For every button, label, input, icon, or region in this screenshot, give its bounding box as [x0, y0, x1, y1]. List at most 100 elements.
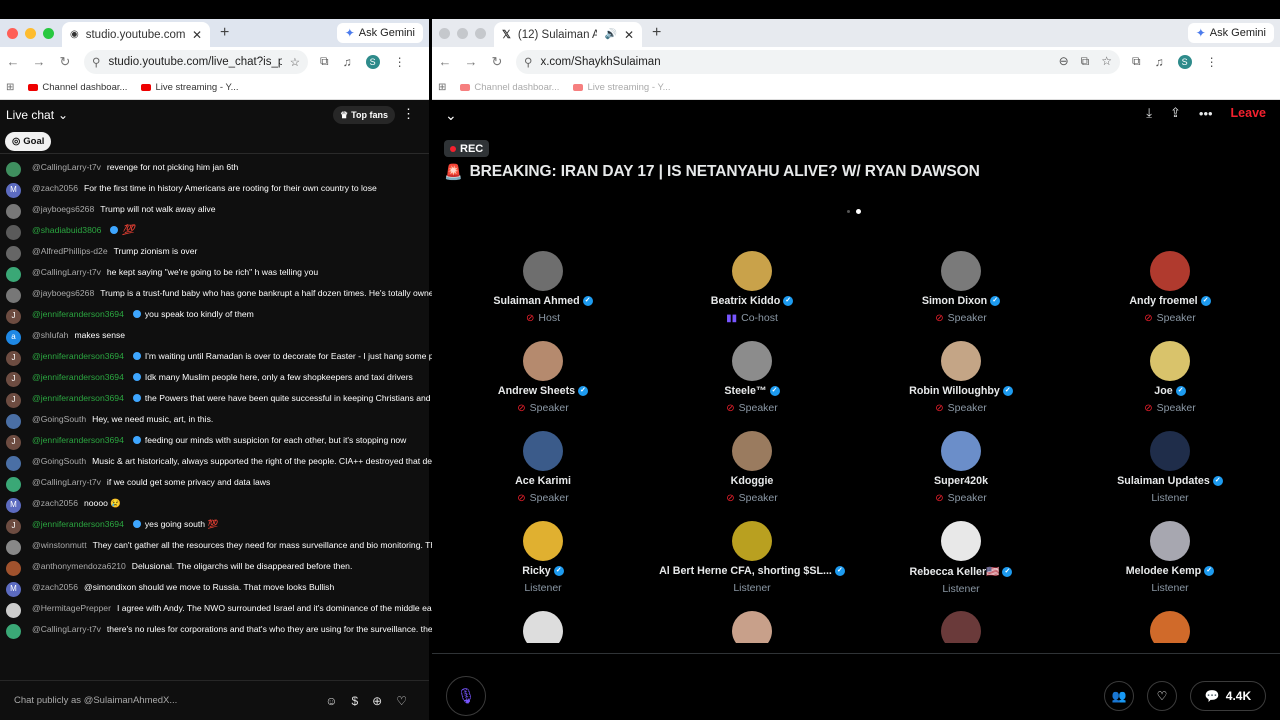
participant-avatar[interactable] — [732, 431, 772, 471]
bookmark-star-icon[interactable]: ☆ — [290, 55, 300, 69]
chat-input[interactable]: Chat publicly as @SulaimanAhmedX... — [14, 695, 325, 706]
media-icon[interactable]: ♫ — [343, 55, 352, 69]
message-author[interactable]: @CallingLarry-t7v — [32, 162, 101, 172]
forward-icon[interactable]: → — [464, 54, 478, 69]
avatar[interactable] — [6, 204, 21, 219]
minimize-window-button[interactable] — [25, 27, 36, 39]
media-icon[interactable]: ♫ — [1155, 55, 1164, 69]
participant[interactable] — [647, 611, 857, 643]
avatar[interactable]: M — [6, 498, 21, 513]
minimize-window-button[interactable] — [457, 27, 468, 39]
participant-avatar[interactable] — [941, 521, 981, 561]
react-button[interactable]: ♡ — [1147, 681, 1177, 711]
back-icon[interactable]: ← — [438, 54, 452, 69]
participant-avatar[interactable] — [523, 251, 563, 291]
participant-avatar[interactable] — [732, 341, 772, 381]
tab-search-icon[interactable]: ⧉ — [320, 54, 329, 69]
avatar[interactable]: J — [6, 372, 21, 387]
close-tab-icon[interactable]: ✕ — [624, 28, 634, 42]
participant[interactable]: Ace Karimi ⊘ Speaker — [438, 431, 648, 504]
participant-avatar[interactable] — [523, 521, 563, 561]
profile-avatar[interactable]: S — [365, 54, 380, 69]
avatar[interactable] — [6, 267, 21, 282]
message-author[interactable]: @HermitagePrepper — [32, 603, 111, 613]
chat-menu-icon[interactable]: ⋮ — [402, 106, 415, 122]
message-author[interactable]: @jenniferanderson3694 — [32, 435, 124, 445]
top-fans-button[interactable]: ♛ Top fans — [333, 106, 395, 124]
close-window-button[interactable] — [439, 27, 450, 39]
avatar[interactable] — [6, 561, 21, 576]
participant[interactable]: Andrew Sheets ✓ ⊘ Speaker — [438, 341, 648, 414]
message-author[interactable]: @jenniferanderson3694 — [32, 309, 124, 319]
avatar[interactable]: M — [6, 183, 21, 198]
reload-icon[interactable]: ↻ — [490, 54, 504, 70]
participant[interactable]: Al Bert Herne CFA, shorting $SL... ✓ Liste… — [647, 521, 857, 594]
participant-avatar[interactable] — [941, 341, 981, 381]
message-author[interactable]: @AlfredPhillips-d2e — [32, 246, 108, 256]
participant-avatar[interactable] — [1150, 521, 1190, 561]
zoom-icon[interactable]: ⊖ — [1059, 54, 1069, 69]
ask-gemini-button[interactable]: ✦ Ask Gemini — [336, 23, 423, 43]
cast-icon[interactable]: ⧉ — [1081, 54, 1090, 69]
participant[interactable]: Super420k ⊘ Speaker — [856, 431, 1066, 504]
new-tab-button[interactable]: + — [652, 24, 661, 42]
share-icon[interactable]: ⇪ — [1170, 105, 1181, 121]
address-bar[interactable]: ⚲ x.com/ShaykhSulaiman ⊖ ⧉ ☆ — [516, 49, 1120, 74]
ask-gemini-button[interactable]: ✦ Ask Gemini — [1187, 23, 1274, 43]
message-author[interactable]: @jayboegs6268 — [32, 288, 94, 298]
back-icon[interactable]: ← — [6, 54, 20, 69]
message-author[interactable]: @jenniferanderson3694 — [32, 351, 124, 361]
message-author[interactable]: @jenniferanderson3694 — [32, 393, 124, 403]
speaker-icon[interactable]: 🔊 — [604, 29, 616, 40]
participant[interactable]: Steele™ ✓ ⊘ Speaker — [647, 341, 857, 414]
participant-avatar[interactable] — [523, 341, 563, 381]
avatar[interactable] — [6, 603, 21, 618]
message-author[interactable]: @zach2056 — [32, 498, 78, 508]
participant[interactable] — [438, 611, 648, 643]
participant-avatar[interactable] — [732, 521, 772, 561]
message-author[interactable]: @winstonmutt — [32, 540, 87, 550]
apps-grid-icon[interactable]: ⊞ — [6, 82, 14, 93]
participant-avatar[interactable] — [941, 611, 981, 643]
message-author[interactable]: @jenniferanderson3694 — [32, 519, 124, 529]
participant[interactable]: Sulaiman Ahmed ✓ ⊘ Host — [438, 251, 648, 324]
message-author[interactable]: @CallingLarry-t7v — [32, 267, 101, 277]
participant[interactable]: Kdoggie ⊘ Speaker — [647, 431, 857, 504]
participant-avatar[interactable] — [941, 251, 981, 291]
participant[interactable]: Andy froemel ✓ ⊘ Speaker — [1065, 251, 1275, 324]
avatar[interactable]: a — [6, 330, 21, 345]
comments-button[interactable]: 💬 4.4K — [1190, 681, 1266, 711]
message-author[interactable]: @CallingLarry-t7v — [32, 624, 101, 634]
live-chat-dropdown[interactable]: Live chat ⌄ — [6, 108, 68, 122]
heart-icon[interactable]: ♡ — [396, 694, 407, 708]
message-author[interactable]: @jayboegs6268 — [32, 204, 94, 214]
profile-avatar[interactable]: S — [1177, 54, 1192, 69]
emoji-icon[interactable]: ☺ — [325, 694, 337, 708]
mic-button[interactable]: 🎙 — [446, 676, 486, 716]
participant-avatar[interactable] — [1150, 431, 1190, 471]
message-author[interactable]: @zach2056 — [32, 183, 78, 193]
reload-icon[interactable]: ↻ — [58, 54, 72, 70]
maximize-window-button[interactable] — [43, 27, 54, 39]
address-bar[interactable]: ⚲ studio.youtube.com/live_chat?is_popout… — [84, 49, 308, 74]
participant-avatar[interactable] — [732, 611, 772, 643]
participant-avatar[interactable] — [1150, 611, 1190, 643]
new-tab-button[interactable]: + — [220, 24, 229, 42]
menu-kebab-icon[interactable]: ⋮ — [1206, 55, 1218, 69]
minimize-space-icon[interactable]: ⤓ — [1146, 105, 1152, 121]
avatar[interactable] — [6, 540, 21, 555]
avatar[interactable]: M — [6, 582, 21, 597]
message-author[interactable]: @GoingSouth — [32, 456, 86, 466]
participant[interactable]: Simon Dixon ✓ ⊘ Speaker — [856, 251, 1066, 324]
close-tab-icon[interactable]: ✕ — [192, 28, 202, 42]
participant-avatar[interactable] — [523, 611, 563, 643]
avatar[interactable]: J — [6, 519, 21, 534]
bookmark-live-streaming[interactable]: Live streaming - Y... — [141, 82, 239, 93]
site-info-icon[interactable]: ⚲ — [92, 55, 100, 69]
site-info-icon[interactable]: ⚲ — [524, 55, 532, 69]
avatar[interactable]: J — [6, 309, 21, 324]
tab-x-space[interactable]: 𝕏 (12) Sulaiman Ahmed (@S 🔊 ✕ — [494, 22, 642, 47]
goal-chip[interactable]: ◎ Goal — [5, 132, 52, 151]
participant[interactable]: Joe ✓ ⊘ Speaker — [1065, 341, 1275, 414]
participant-avatar[interactable] — [732, 251, 772, 291]
